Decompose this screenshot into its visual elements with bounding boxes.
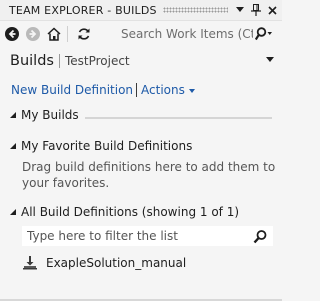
navigation-toolbar — [0, 21, 282, 46]
panel-title: TEAM EXPLORER - BUILDS — [9, 3, 157, 17]
favorites-empty-message: Drag build definitions here to add them … — [22, 160, 276, 190]
drag-grip[interactable] — [162, 7, 228, 13]
pin-icon[interactable] — [250, 3, 262, 17]
actions-dropdown-icon — [188, 88, 195, 93]
build-definition-item[interactable]: ExapleSolution_manual — [22, 253, 262, 273]
home-icon[interactable] — [45, 25, 63, 43]
filter-box — [22, 226, 273, 246]
expand-triangle-icon[interactable] — [10, 209, 16, 215]
action-links: New Build Definition Actions — [0, 80, 282, 100]
page-title: Builds — [10, 53, 54, 69]
close-icon[interactable] — [266, 3, 278, 17]
section-favorite-build-definitions[interactable]: My Favorite Build Definitions — [0, 137, 282, 155]
page-header: Builds TestProject — [0, 46, 282, 76]
section-title: All Build Definitions (showing 1 of 1) — [21, 205, 240, 219]
header-separator — [58, 54, 60, 68]
search-icon[interactable] — [252, 229, 268, 245]
actions-menu-label: Actions — [141, 83, 185, 97]
toolbar-separator — [67, 25, 68, 42]
search-input[interactable] — [121, 27, 253, 41]
section-dotted-divider — [84, 117, 272, 119]
section-all-build-definitions[interactable]: All Build Definitions (showing 1 of 1) — [0, 203, 282, 221]
back-arrow-icon[interactable] — [3, 25, 21, 43]
project-name: TestProject — [64, 54, 130, 68]
actions-separator — [136, 83, 138, 97]
section-title: My Builds — [21, 108, 79, 122]
expand-triangle-icon[interactable] — [10, 143, 16, 149]
refresh-icon[interactable] — [75, 25, 93, 43]
section-title: My Favorite Build Definitions — [21, 139, 193, 153]
filter-input[interactable] — [27, 229, 247, 243]
new-build-definition-link[interactable]: New Build Definition — [11, 83, 133, 97]
section-my-builds[interactable]: My Builds — [0, 106, 282, 124]
build-definition-label: ExapleSolution_manual — [46, 256, 187, 270]
work-items-search — [117, 24, 279, 44]
expand-triangle-icon[interactable] — [10, 112, 16, 118]
build-definition-icon — [22, 255, 38, 271]
dropdown-arrow-icon[interactable] — [234, 3, 246, 17]
title-bar: TEAM EXPLORER - BUILDS — [0, 0, 282, 21]
forward-arrow-icon[interactable] — [24, 25, 42, 43]
actions-menu-link[interactable]: Actions — [141, 83, 195, 97]
search-icon[interactable] — [253, 25, 275, 43]
page-menu-dropdown-icon[interactable] — [266, 57, 274, 62]
team-explorer-panel: TEAM EXPLORER - BUILDS Search Work Items… — [0, 0, 282, 301]
